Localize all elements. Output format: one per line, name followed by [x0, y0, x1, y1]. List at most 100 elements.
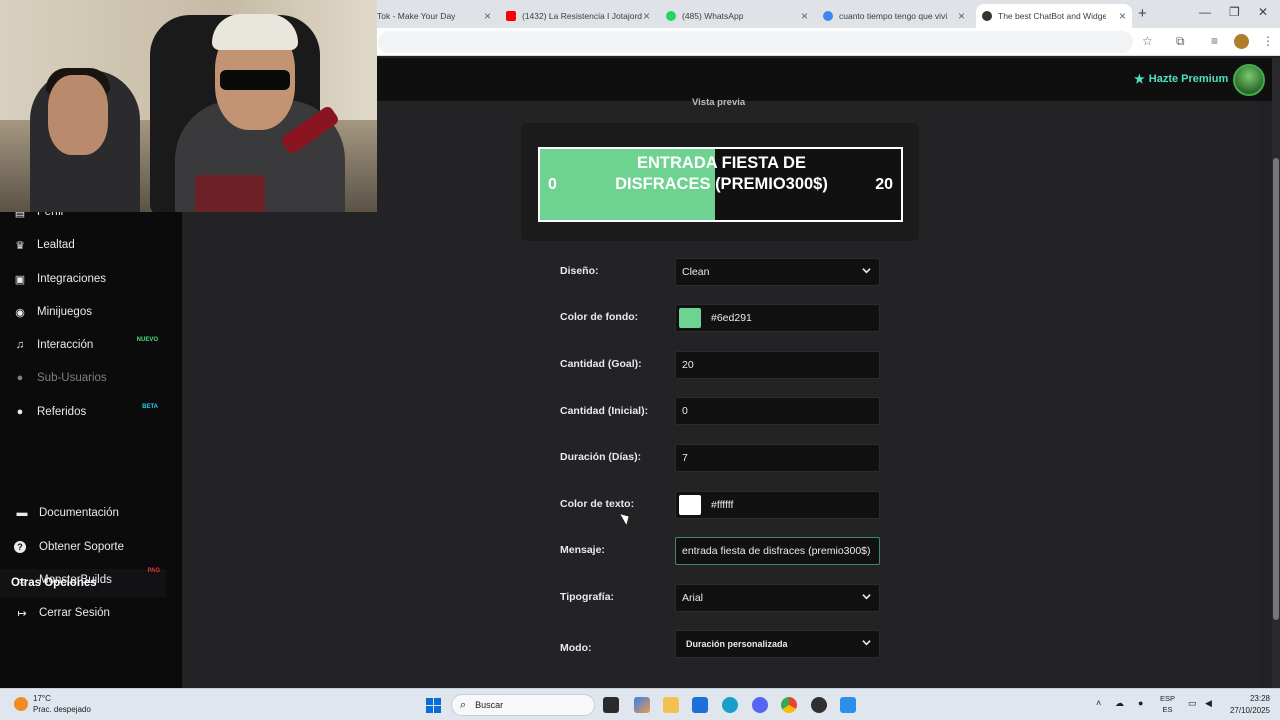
- initial-amount-value: 0: [682, 405, 688, 417]
- windows-start-icon[interactable]: [426, 698, 441, 713]
- chevron-down-icon: [862, 594, 871, 600]
- label-color-texto: Color de texto:: [560, 498, 635, 510]
- profile-avatar[interactable]: [1234, 34, 1249, 49]
- media-icon[interactable]: ≡: [1211, 34, 1218, 48]
- window-close-icon[interactable]: ✕: [1258, 5, 1268, 19]
- weather-widget[interactable]: 17°C Prac. despejado: [14, 693, 91, 715]
- sidebar-item-minijuegos[interactable]: ◉ Minijuegos: [12, 302, 172, 322]
- goal-min-value: 0: [548, 176, 557, 193]
- sidebar-item-integraciones[interactable]: ▣ Integraciones: [12, 269, 172, 289]
- tab-close-icon[interactable]: ×: [1119, 9, 1126, 23]
- cloud-icon[interactable]: ☁: [1115, 698, 1124, 709]
- message-value: entrada fiesta de disfraces (premio300$): [682, 545, 871, 557]
- background-color-swatch[interactable]: [679, 308, 701, 328]
- taskbar-search[interactable]: ⌕ Buscar: [451, 694, 595, 716]
- sidebar-item-label: Documentación: [39, 507, 119, 519]
- question-icon: ?: [14, 541, 26, 553]
- sidebar-item-documentacion[interactable]: ▬ Documentación: [14, 503, 174, 523]
- duration-input[interactable]: 7: [675, 444, 880, 472]
- clock-time: 23:28: [1249, 694, 1270, 703]
- goal-amount-input[interactable]: 20: [675, 351, 880, 379]
- language-code: ESP: [1160, 694, 1176, 703]
- label-modo: Modo:: [560, 642, 592, 654]
- label-goal: Cantidad (Goal):: [560, 358, 642, 370]
- sidebar-item-label: MonsterBuilds: [39, 574, 112, 586]
- keyboard-layout: ES: [1162, 705, 1173, 714]
- network-icon[interactable]: ▭: [1188, 698, 1197, 709]
- background-color-field[interactable]: #6ed291: [675, 304, 880, 332]
- browser-tab-active[interactable]: The best ChatBot and Widgets ×: [976, 4, 1132, 28]
- browser-tab[interactable]: cuanto tiempo tengo que vivir ×: [823, 4, 971, 28]
- store-icon[interactable]: [692, 697, 708, 713]
- premium-button[interactable]: ★ Hazte Premium: [1134, 72, 1228, 86]
- search-placeholder: Buscar: [475, 700, 504, 710]
- trophy-icon: ♛: [15, 239, 25, 252]
- obs-icon[interactable]: [811, 697, 827, 713]
- address-bar[interactable]: [378, 31, 1133, 53]
- initial-amount-input[interactable]: 0: [675, 397, 880, 425]
- language-indicator[interactable]: ESP ES: [1160, 693, 1175, 715]
- tab-close-icon[interactable]: ×: [643, 9, 650, 23]
- extensions-icon[interactable]: ⧉: [1176, 34, 1185, 49]
- edge-icon[interactable]: [722, 697, 738, 713]
- beta-badge: BETA: [142, 404, 158, 410]
- sidebar-item-referidos[interactable]: ● Referidos BETA: [12, 402, 172, 422]
- task-view-icon[interactable]: [603, 697, 619, 713]
- text-color-field[interactable]: #ffffff: [675, 491, 880, 519]
- system-clock[interactable]: 23:28 27/10/2025: [1226, 693, 1270, 717]
- tray-chevron-icon[interactable]: ˄: [1096, 698, 1101, 708]
- pag-badge: PAG: [147, 568, 160, 574]
- sidebar-item-label: Minijuegos: [37, 306, 92, 318]
- new-tab-icon[interactable]: +: [1138, 5, 1147, 22]
- sidebar-item-label: Obtener Soporte: [39, 541, 125, 553]
- file-explorer-icon[interactable]: [663, 697, 679, 713]
- font-select[interactable]: Arial: [675, 584, 880, 612]
- sidebar-item-label: Integraciones: [37, 273, 107, 285]
- sidebar-item-label: Cerrar Sesión: [39, 607, 110, 619]
- label-diseno: Diseño:: [560, 265, 599, 277]
- sidebar-item-interaccion[interactable]: ♫ Interacción NUEVO: [12, 335, 172, 355]
- volume-icon[interactable]: ◀: [1205, 698, 1212, 709]
- text-color-swatch[interactable]: [679, 495, 701, 515]
- label-mensaje: Mensaje:: [560, 544, 605, 556]
- mode-select[interactable]: Duración personalizada: [675, 630, 880, 658]
- sidebar-item-sub-usuarios[interactable]: ● Sub-Usuarios: [12, 368, 172, 388]
- premium-label: Hazte Premium: [1148, 73, 1229, 85]
- copilot-icon[interactable]: [634, 697, 650, 713]
- goal-bar: 0 entrada fiesta de disfraces (premio300…: [538, 147, 903, 222]
- microphone-icon[interactable]: ●: [1138, 698, 1143, 708]
- tab-title: cuanto tiempo tengo que vivir: [839, 11, 947, 21]
- user-avatar[interactable]: [1233, 64, 1265, 96]
- tab-close-icon[interactable]: ×: [484, 9, 491, 23]
- app-icon[interactable]: [840, 697, 856, 713]
- sidebar-item-monsterbuilds[interactable]: ▭ MonsterBuilds PAG: [14, 568, 174, 590]
- sidebar-item-lealtad[interactable]: ♛ Lealtad: [12, 235, 172, 255]
- text-color-value: #ffffff: [711, 499, 734, 511]
- tab-close-icon[interactable]: ×: [801, 9, 808, 23]
- browser-tab[interactable]: Tok - Make Your Day ×: [377, 4, 497, 28]
- sidebar-item-cerrar-sesion[interactable]: ↦ Cerrar Sesión: [14, 603, 174, 623]
- tab-title: (485) WhatsApp: [682, 11, 744, 21]
- laptop-icon: ▭: [16, 574, 28, 587]
- bookmark-star-icon[interactable]: ☆: [1142, 34, 1153, 48]
- discord-icon[interactable]: [752, 697, 768, 713]
- sidebar-item-soporte[interactable]: ? Obtener Soporte: [14, 537, 174, 557]
- mode-value: Duración personalizada: [686, 639, 788, 649]
- sidebar-item-label: Sub-Usuarios: [37, 372, 107, 384]
- tab-title: (1432) La Resistencia I Jotajorda: [522, 11, 642, 21]
- background-color-value: #6ed291: [711, 312, 752, 324]
- minimize-icon[interactable]: —: [1199, 5, 1211, 19]
- browser-tab[interactable]: (1432) La Resistencia I Jotajorda ×: [506, 4, 656, 28]
- chrome-icon[interactable]: [781, 697, 797, 713]
- weather-condition: Prac. despejado: [33, 705, 91, 714]
- design-select[interactable]: Clean: [675, 258, 880, 286]
- browser-tab[interactable]: (485) WhatsApp ×: [666, 4, 814, 28]
- menu-dots-icon[interactable]: ⋮: [1262, 34, 1274, 48]
- message-input[interactable]: entrada fiesta de disfraces (premio300$): [675, 537, 880, 565]
- maximize-icon[interactable]: ❐: [1229, 5, 1240, 19]
- star-icon: ★: [1134, 72, 1145, 86]
- page-scrollbar-thumb[interactable]: [1273, 158, 1279, 620]
- site-favicon-icon: [982, 11, 992, 21]
- webcam-person-left-face: [48, 75, 108, 155]
- tab-close-icon[interactable]: ×: [958, 9, 965, 23]
